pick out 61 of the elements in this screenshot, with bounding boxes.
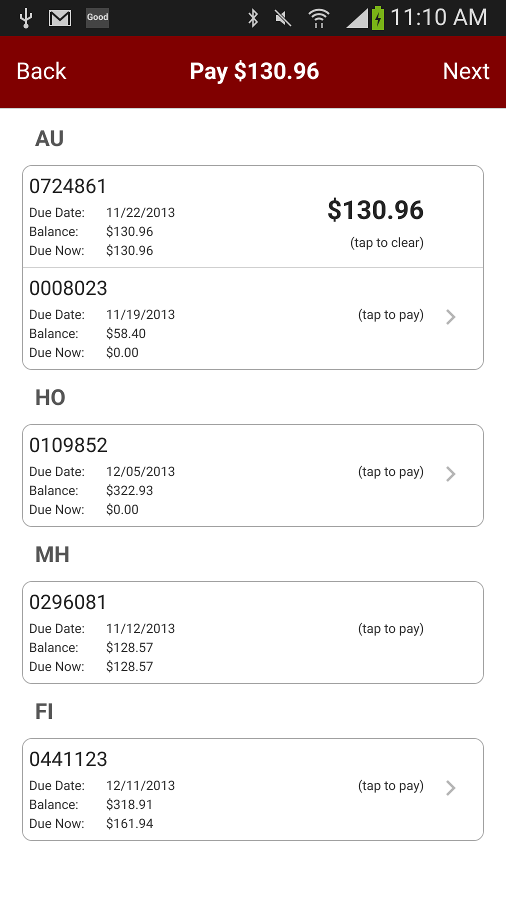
next-button[interactable]: Next	[442, 54, 490, 90]
clock: 11:10 AM	[390, 2, 488, 33]
account-number: 0109852	[29, 433, 109, 457]
bluetooth-icon	[246, 8, 259, 28]
field-value: $161.94	[106, 816, 154, 834]
account-row[interactable]: 0441123 Due Date: 12/11/2013 Balance: $318.91 Due Now: $161.94 (tap to pay)	[23, 739, 483, 840]
field-value: $130.96	[106, 243, 154, 261]
field-value: 12/11/2013	[106, 778, 176, 796]
account-row[interactable]: 0008023 Due Date: 11/19/2013 Balance: $58.40 Due Now: $0.00 (tap to pay)	[23, 267, 483, 369]
field-value: $318.91	[106, 797, 154, 815]
field-label: Due Date:	[29, 464, 86, 482]
mail-icon	[48, 9, 72, 27]
field-label: Balance:	[29, 483, 80, 501]
signal-icon	[344, 7, 369, 29]
page-title: Pay $130.96	[190, 56, 320, 87]
field-value: 11/22/2013	[106, 205, 176, 223]
field-label: Due Date:	[29, 621, 86, 639]
field-label: Due Now:	[29, 502, 86, 520]
field-value: 12/05/2013	[106, 464, 176, 482]
field-label: Balance:	[29, 640, 80, 658]
section-heading: HO	[35, 385, 67, 413]
field-label: Due Date:	[29, 778, 86, 796]
field-value: $58.40	[106, 326, 146, 344]
field-label: Balance:	[29, 224, 80, 242]
field-label: Due Now:	[29, 243, 86, 261]
account-row[interactable]: 0109852 Due Date: 12/05/2013 Balance: $322.93 Due Now: $0.00 (tap to pay)	[23, 425, 483, 526]
tap-hint: (tap to pay)	[358, 464, 424, 482]
field-value: $0.00	[106, 502, 139, 520]
account-number: 0008023	[29, 276, 109, 300]
tap-hint: (tap to pay)	[358, 778, 424, 796]
field-value: 11/12/2013	[106, 621, 176, 639]
wifi-icon	[306, 7, 331, 29]
field-label: Due Now:	[29, 345, 86, 363]
tap-hint: (tap to pay)	[358, 307, 424, 325]
field-value: $322.93	[106, 483, 154, 501]
section-heading: AU	[35, 126, 66, 154]
tap-hint: (tap to pay)	[358, 621, 424, 639]
field-label: Due Now:	[29, 659, 86, 677]
field-value: $0.00	[106, 345, 139, 363]
field-value: $128.57	[106, 659, 154, 677]
field-value: 11/19/2013	[106, 307, 176, 325]
mute-icon	[272, 8, 293, 28]
account-number: 0724861	[29, 174, 109, 198]
field-value: $130.96	[106, 224, 154, 242]
account-row[interactable]: 0296081 Due Date: 11/12/2013 Balance: $128.57 Due Now: $128.57 (tap to pay)	[23, 582, 483, 683]
field-label: Balance:	[29, 797, 80, 815]
battery-icon	[372, 6, 384, 30]
field-label: Due Date:	[29, 205, 86, 223]
tap-hint: (tap to clear)	[350, 235, 424, 253]
field-label: Due Date:	[29, 307, 86, 325]
field-label: Balance:	[29, 326, 80, 344]
field-value: $128.57	[106, 640, 154, 658]
notification-badge: Good	[86, 8, 110, 28]
back-button[interactable]: Back	[16, 54, 67, 90]
account-number: 0296081	[29, 590, 109, 614]
field-label: Due Now:	[29, 816, 86, 834]
section-heading: MH	[35, 542, 71, 570]
usb-icon	[18, 7, 34, 29]
section-heading: FI	[35, 699, 55, 727]
account-number: 0441123	[29, 747, 109, 771]
payment-amount: $130.96	[326, 196, 424, 226]
